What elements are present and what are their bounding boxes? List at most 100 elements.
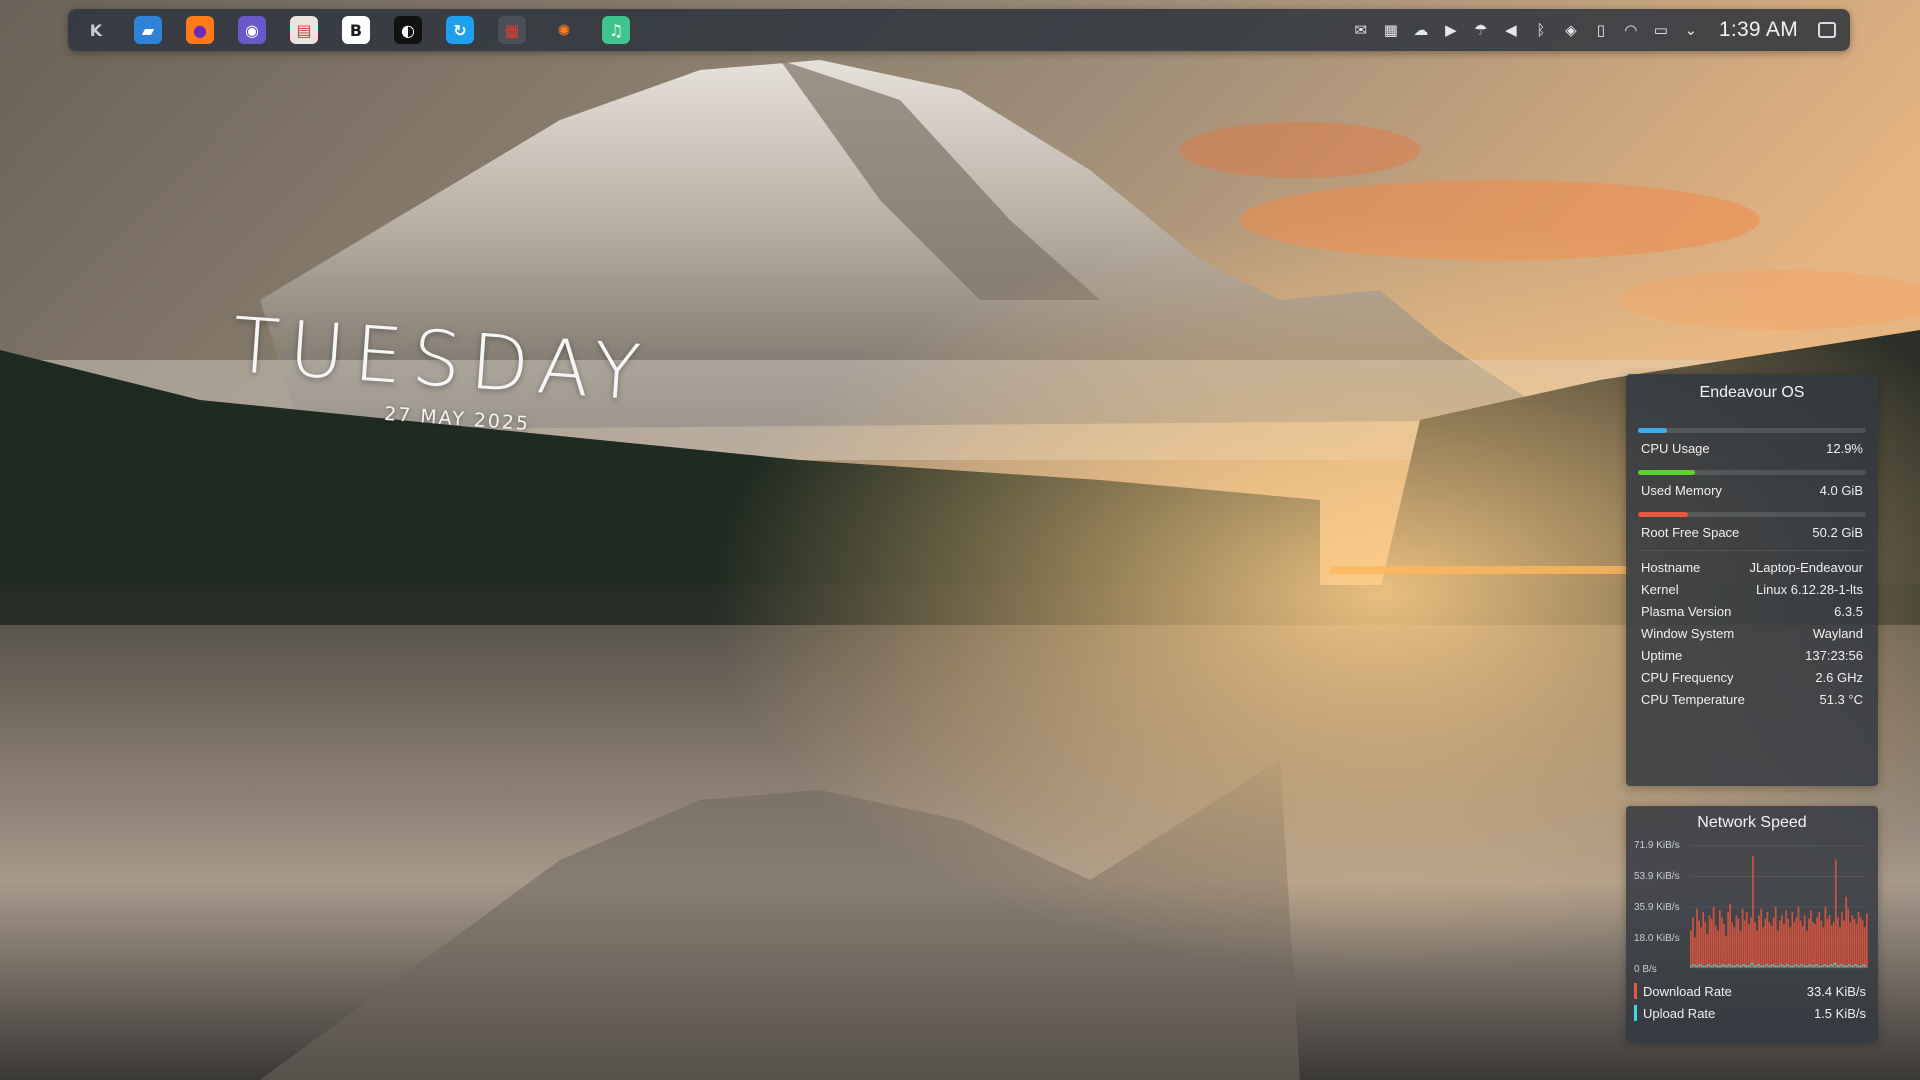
info-value: 137:23:56 xyxy=(1805,648,1863,663)
download-bar xyxy=(1692,917,1694,968)
download-bar xyxy=(1799,920,1802,968)
tray-icons: ✉ ▦ ☁ ▶ ☂ ◀ ᛒ ◈ ▯ ◠ ▭ ⌄ xyxy=(1351,20,1701,40)
vpn-shield-icon[interactable]: ◈ xyxy=(1561,20,1581,40)
download-bar xyxy=(1843,920,1845,968)
media-player-icon[interactable]: ▶ xyxy=(1441,20,1461,40)
meter-track xyxy=(1638,470,1866,475)
meter-label: Root Free Space xyxy=(1641,525,1740,540)
upload-rate-value: 1.5 KiB/s xyxy=(1813,1005,1866,1021)
clock[interactable]: 1:39 AM xyxy=(1719,18,1798,42)
launcher-thunderbird[interactable]: ◉ xyxy=(232,12,272,48)
download-bar xyxy=(1816,917,1818,968)
download-bar xyxy=(1789,927,1792,968)
weather-icon[interactable]: ☂ xyxy=(1471,20,1491,40)
download-rate-value: 33.4 KiB/s xyxy=(1806,983,1866,999)
download-bar xyxy=(1762,927,1765,968)
launcher-dolphin-file-manager[interactable]: ▰ xyxy=(128,12,168,48)
download-bar xyxy=(1731,922,1734,968)
launcher-system-monitor[interactable]: ▦ xyxy=(492,12,532,48)
meter-used-memory: Used Memory 4.0 GiB xyxy=(1638,470,1866,498)
kde-menu-icon: K xyxy=(89,20,103,40)
launcher-firefox[interactable]: ● xyxy=(180,12,220,48)
download-bar xyxy=(1700,927,1703,968)
download-bar xyxy=(1721,917,1723,968)
download-bar xyxy=(1710,918,1713,968)
wifi-icon[interactable]: ◠ xyxy=(1621,20,1641,40)
bluetooth-icon[interactable]: ᛒ xyxy=(1531,20,1551,40)
music-player-icon: ♫ xyxy=(602,16,630,44)
cloud-sync-icon[interactable]: ☁ xyxy=(1411,20,1431,40)
meter-fill xyxy=(1638,512,1689,517)
resource-meters: CPU Usage 12.9% Used Memory 4.0 GiB Root Fre… xyxy=(1638,428,1866,540)
download-bar xyxy=(1733,927,1736,968)
download-bar xyxy=(1839,927,1841,968)
notifications-icon[interactable]: ✉ xyxy=(1351,20,1371,40)
launcher-music-player[interactable]: ♫ xyxy=(596,12,636,48)
download-bar xyxy=(1725,935,1727,968)
download-bar xyxy=(1855,923,1858,968)
download-bar xyxy=(1814,923,1816,968)
download-bar xyxy=(1824,906,1827,968)
download-bar xyxy=(1847,908,1850,968)
launcher-bitwarden[interactable]: B xyxy=(336,12,376,48)
download-bar xyxy=(1853,918,1856,968)
info-row-hostname: Hostname JLaptop-Endeavour xyxy=(1638,557,1866,579)
download-bar xyxy=(1781,915,1783,968)
show-desktop-button[interactable] xyxy=(1818,22,1836,38)
download-bar xyxy=(1828,915,1831,968)
download-bar xyxy=(1727,912,1729,968)
download-bar xyxy=(1793,922,1796,968)
upload-rate-row: Upload Rate 1.5 KiB/s xyxy=(1634,1002,1870,1024)
meter-value: 50.2 GiB xyxy=(1812,525,1863,540)
download-bar xyxy=(1820,920,1823,968)
download-bar xyxy=(1779,920,1781,968)
download-bar xyxy=(1774,906,1777,968)
tray-expand-chevron-icon[interactable]: ⌄ xyxy=(1681,20,1701,40)
download-bar xyxy=(1743,920,1746,968)
download-bar xyxy=(1708,915,1711,968)
download-bar xyxy=(1694,937,1696,968)
launcher-sync-app[interactable]: ↻ xyxy=(440,12,480,48)
battery-icon[interactable]: ▭ xyxy=(1651,20,1671,40)
launcher-lutris[interactable]: ◐ xyxy=(388,12,428,48)
download-rate-label: Download Rate xyxy=(1643,983,1732,999)
download-bar xyxy=(1758,915,1760,968)
volume-icon[interactable]: ◀ xyxy=(1501,20,1521,40)
download-bar xyxy=(1787,918,1789,968)
info-value: JLaptop-Endeavour xyxy=(1749,560,1863,575)
lutris-icon: ◐ xyxy=(394,16,422,44)
launcher-kde-menu[interactable]: K xyxy=(76,12,116,48)
download-bar xyxy=(1764,918,1767,968)
launcher-settings-gear[interactable]: ✺ xyxy=(544,12,584,48)
system-info-title: Endeavour OS xyxy=(1699,384,1805,401)
meter-row: Root Free Space 50.2 GiB xyxy=(1638,525,1866,540)
device-icon[interactable]: ▯ xyxy=(1591,20,1611,40)
download-bar xyxy=(1729,903,1732,968)
meter-value: 4.0 GiB xyxy=(1819,483,1863,498)
firefox-icon: ● xyxy=(186,16,214,44)
download-bar xyxy=(1841,912,1843,968)
download-bar xyxy=(1712,906,1715,968)
download-bar xyxy=(1690,930,1692,968)
clipboard-icon[interactable]: ▦ xyxy=(1381,20,1401,40)
bitwarden-icon: B xyxy=(342,16,370,44)
sync-app-icon: ↻ xyxy=(446,16,474,44)
download-bar xyxy=(1834,859,1837,968)
download-bar xyxy=(1808,918,1810,968)
info-row-uptime: Uptime 137:23:56 xyxy=(1638,645,1866,667)
info-value: Wayland xyxy=(1812,626,1863,641)
download-color-swatch xyxy=(1634,983,1637,999)
download-bar xyxy=(1706,934,1709,968)
info-label: Window System xyxy=(1641,626,1735,641)
download-bar xyxy=(1760,908,1763,968)
upload-rate-label: Upload Rate xyxy=(1643,1005,1716,1021)
download-bar xyxy=(1704,922,1707,968)
meter-label: CPU Usage xyxy=(1641,441,1710,456)
launcher-archive-manager[interactable]: ▤ xyxy=(284,12,324,48)
meter-value: 12.9% xyxy=(1826,441,1863,456)
download-rate-row: Download Rate 33.4 KiB/s xyxy=(1634,980,1870,1002)
download-bar xyxy=(1754,922,1756,968)
download-bar xyxy=(1795,917,1798,968)
download-bar xyxy=(1801,925,1804,968)
download-bar xyxy=(1851,915,1854,968)
